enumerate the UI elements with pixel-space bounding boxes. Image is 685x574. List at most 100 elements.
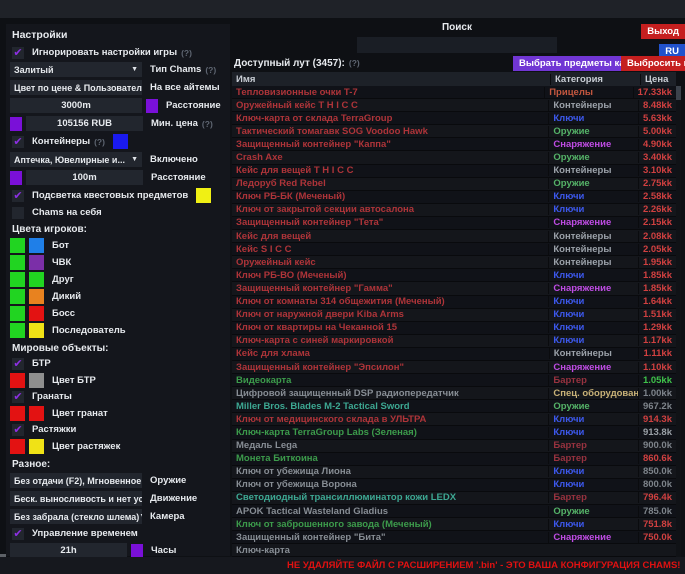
exit-button[interactable]: Выход — [641, 24, 685, 39]
chams-self-checkbox[interactable] — [12, 207, 24, 219]
table-row[interactable]: Ключ от убежища Ворона Ключи 800.0k — [232, 479, 676, 492]
visible-color-swatch[interactable] — [10, 439, 25, 454]
column-header-price[interactable]: Цена — [640, 74, 676, 85]
weapon-dropdown[interactable]: Без отдачи (F2), Мгновенное п ▼ — [10, 473, 142, 488]
column-header-category[interactable]: Категория — [550, 74, 640, 85]
help-icon[interactable]: (?) — [205, 65, 216, 75]
item-category: Ключи — [548, 322, 638, 333]
search-input[interactable] — [357, 37, 557, 53]
dropdown-label: Движение — [150, 493, 197, 504]
table-row[interactable]: Медаль Lega Бартер 900.0k — [232, 440, 676, 453]
table-row[interactable]: Защищенный контейнер "Эпсилон" Снаряжени… — [232, 361, 676, 374]
table-row[interactable]: Защищенный контейнер "Тета" Снаряжение 2… — [232, 217, 676, 230]
table-row[interactable]: Монета Биткоина Бартер 860.6k — [232, 453, 676, 466]
chams-type-dropdown[interactable]: Залитый ▼ — [10, 62, 142, 77]
grenades-checkbox[interactable]: ✔ — [12, 391, 24, 403]
btr-checkbox[interactable]: ✔ — [12, 358, 24, 370]
visible-color-swatch[interactable] — [10, 306, 25, 321]
table-row[interactable]: Кейс S I C C Контейнеры 2.05kk — [232, 243, 676, 256]
camera-dropdown[interactable]: Без забрала (стекло шлема) ▼ — [10, 509, 142, 524]
table-row[interactable]: Crash Axe Оружие 3.40kk — [232, 151, 676, 164]
table-row[interactable]: Защищенный контейнер "Бита" Снаряжение 7… — [232, 531, 676, 544]
distance2-input[interactable]: 100m — [26, 170, 143, 185]
time-control-row: ✔ Управление временем — [10, 527, 226, 540]
visible-color-swatch[interactable] — [10, 238, 25, 253]
table-row[interactable]: Ключ РБ-БК (Меченый) Ключи 2.58kk — [232, 191, 676, 204]
quest-color-swatch[interactable] — [196, 188, 211, 203]
chevron-down-icon: ▼ — [139, 513, 142, 520]
table-row[interactable]: Ключ от медицинского склада в УЛЬТРА Клю… — [232, 413, 676, 426]
distance2-color-swatch[interactable] — [10, 171, 22, 185]
help-icon[interactable]: (?) — [202, 119, 213, 129]
table-row[interactable]: Оружейный кейс Контейнеры 1.95kk — [232, 256, 676, 269]
btr-color-swatch[interactable] — [29, 373, 44, 388]
grenade-color-swatch[interactable] — [29, 406, 44, 421]
movement-dropdown[interactable]: Беск. выносливость и нет уста: ▼ — [10, 491, 142, 506]
table-row[interactable]: Цифровой защищенный DSP радиопередатчик … — [232, 387, 676, 400]
quest-highlight-checkbox[interactable]: ✔ — [12, 190, 24, 202]
help-icon[interactable]: (?) — [349, 58, 360, 69]
min-price-color-swatch[interactable] — [10, 117, 22, 131]
table-scrollbar[interactable] — [676, 86, 681, 557]
table-row[interactable]: Ключ РБ-ВО (Меченый) Ключи 1.85kk — [232, 269, 676, 282]
visible-color-swatch[interactable] — [10, 255, 25, 270]
visible-color-swatch[interactable] — [10, 406, 25, 421]
tripwires-checkbox[interactable]: ✔ — [12, 424, 24, 436]
tripwire-color-swatch[interactable] — [29, 439, 44, 454]
table-row[interactable]: APOK Tactical Wasteland Gladius Оружие 7… — [232, 505, 676, 518]
player-color-swatch[interactable] — [29, 255, 44, 270]
visible-color-swatch[interactable] — [10, 323, 25, 338]
visible-color-swatch[interactable] — [10, 272, 25, 287]
player-color-swatch[interactable] — [29, 272, 44, 287]
item-name: Защищенный контейнер "Тета" — [232, 217, 548, 228]
hours-color-swatch[interactable] — [131, 544, 143, 558]
table-row[interactable]: Ключ от квартиры на Чеканной 15 Ключи 1.… — [232, 322, 676, 335]
table-row[interactable]: Тепловизионные очки T-7 Прицелы 17.33kk — [232, 86, 676, 99]
table-row[interactable]: Ключ-карта — [232, 544, 676, 557]
table-row[interactable]: Оружейный кейс T H I C C Контейнеры 8.48… — [232, 99, 676, 112]
visible-color-swatch[interactable] — [10, 289, 25, 304]
table-row[interactable]: Защищенный контейнер "Каппа" Снаряжение … — [232, 138, 676, 151]
distance-color-swatch[interactable] — [146, 99, 158, 113]
all-items-dropdown[interactable]: Цвет по цене & Пользователь ▼ — [10, 80, 142, 95]
player-color-swatch[interactable] — [29, 323, 44, 338]
item-category: Ключи — [548, 335, 638, 346]
table-row[interactable]: Кейс для вещей Контейнеры 2.08kk — [232, 230, 676, 243]
table-row[interactable]: Кейс для вещей T H I C C Контейнеры 3.10… — [232, 165, 676, 178]
table-row[interactable]: Видеокарта Бартер 1.05kk — [232, 374, 676, 387]
included-dropdown[interactable]: Аптечка, Ювелирные и... ▼ — [10, 152, 142, 167]
help-icon[interactable]: (?) — [94, 137, 105, 147]
scrollbar-thumb[interactable] — [676, 86, 681, 100]
player-color-swatch[interactable] — [29, 289, 44, 304]
min-price-input[interactable]: 105156 RUB — [26, 116, 143, 131]
player-type-label: Босс — [52, 308, 75, 319]
table-row[interactable]: Ключ от заброшенного завода (Меченый) Кл… — [232, 518, 676, 531]
help-icon[interactable]: (?) — [181, 48, 192, 58]
color-label: Цвет растяжек — [52, 441, 120, 452]
table-row[interactable]: Защищенный контейнер "Гамма" Снаряжение … — [232, 282, 676, 295]
table-row[interactable]: Тактический томагавк SOG Voodoo Hawk Ору… — [232, 125, 676, 138]
containers-color-swatch[interactable] — [113, 134, 128, 149]
player-color-swatch[interactable] — [29, 306, 44, 321]
item-category: Ключи — [548, 414, 638, 425]
table-row[interactable]: Светодиодный трансиллюминатор кожи LEDX … — [232, 492, 676, 505]
table-row[interactable]: Ледоруб Red Rebel Оружие 2.75kk — [232, 178, 676, 191]
player-color-swatch[interactable] — [29, 238, 44, 253]
ignore-game-settings-checkbox[interactable]: ✔ — [12, 47, 24, 59]
table-row[interactable]: Miller Bros. Blades M-2 Tactical Sword О… — [232, 400, 676, 413]
drop-all-button[interactable]: Выбросить все — [621, 56, 685, 71]
table-row[interactable]: Ключ от комнаты 314 общежития (Меченый) … — [232, 296, 676, 309]
visible-color-swatch[interactable] — [10, 373, 25, 388]
table-row[interactable]: Ключ-карта от склада TerraGroup Ключи 5.… — [232, 112, 676, 125]
column-header-name[interactable]: Имя — [232, 74, 550, 85]
table-row[interactable]: Ключ от закрытой секции автосалона Ключи… — [232, 204, 676, 217]
table-row[interactable]: Ключ от убежища Лиона Ключи 850.0k — [232, 466, 676, 479]
time-control-checkbox[interactable]: ✔ — [12, 528, 24, 540]
table-row[interactable]: Ключ-карта TerraGroup Labs (Зеленая) Клю… — [232, 426, 676, 439]
table-row[interactable]: Ключ-карта с синей маркировкой Ключи 1.1… — [232, 335, 676, 348]
containers-checkbox[interactable]: ✔ — [12, 136, 24, 148]
distance-input[interactable]: 3000m — [10, 98, 142, 113]
table-row[interactable]: Ключ от наружной двери Kiba Arms Ключи 1… — [232, 309, 676, 322]
table-row[interactable]: Кейс для хлама Контейнеры 1.11kk — [232, 348, 676, 361]
hours-input[interactable]: 21h — [10, 543, 127, 558]
